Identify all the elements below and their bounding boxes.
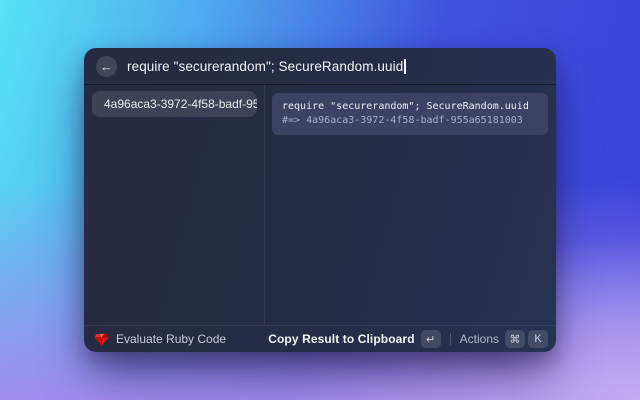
search-query-text: require "securerandom"; SecureRandom.uui…	[127, 59, 403, 74]
footer-actions: Copy Result to Clipboard ↵ Actions ⌘ K	[268, 328, 548, 350]
code-result-block: require "securerandom"; SecureRandom.uui…	[272, 93, 548, 135]
results-list: 4a96aca3-3972-4f58-badf-955...	[84, 85, 265, 325]
actions-button[interactable]: Actions ⌘ K	[460, 328, 548, 350]
enter-key-icon: ↵	[421, 330, 441, 348]
command-key-icon: ⌘	[505, 330, 525, 348]
footer-divider	[450, 333, 451, 345]
detail-panel: require "securerandom"; SecureRandom.uui…	[265, 85, 556, 325]
launcher-window: ← require "securerandom"; SecureRandom.u…	[84, 48, 556, 352]
list-item-title: 4a96aca3-3972-4f58-badf-955...	[104, 97, 257, 111]
footer-bar: Evaluate Ruby Code Copy Result to Clipbo…	[84, 325, 556, 352]
back-button[interactable]: ←	[96, 56, 117, 77]
content-area: 4a96aca3-3972-4f58-badf-955... require "…	[84, 85, 556, 325]
k-key-icon: K	[528, 330, 548, 348]
code-line-output: #=> 4a96aca3-3972-4f58-badf-955a65181003	[282, 114, 538, 128]
search-input[interactable]: require "securerandom"; SecureRandom.uui…	[127, 59, 544, 74]
ruby-gem-icon	[94, 332, 109, 347]
actions-label: Actions	[460, 332, 499, 346]
app-chip: Evaluate Ruby Code	[91, 332, 229, 347]
code-line-input: require "securerandom"; SecureRandom.uui…	[282, 100, 538, 114]
command-name-label: Evaluate Ruby Code	[116, 332, 226, 346]
list-item[interactable]: 4a96aca3-3972-4f58-badf-955...	[92, 91, 257, 117]
text-caret	[404, 59, 406, 74]
search-bar: ← require "securerandom"; SecureRandom.u…	[84, 48, 556, 85]
copy-result-label: Copy Result to Clipboard	[268, 332, 414, 346]
actions-shortcut: ⌘ K	[505, 330, 548, 348]
copy-result-button[interactable]: Copy Result to Clipboard ↵	[268, 328, 440, 350]
back-arrow-icon: ←	[100, 59, 113, 74]
